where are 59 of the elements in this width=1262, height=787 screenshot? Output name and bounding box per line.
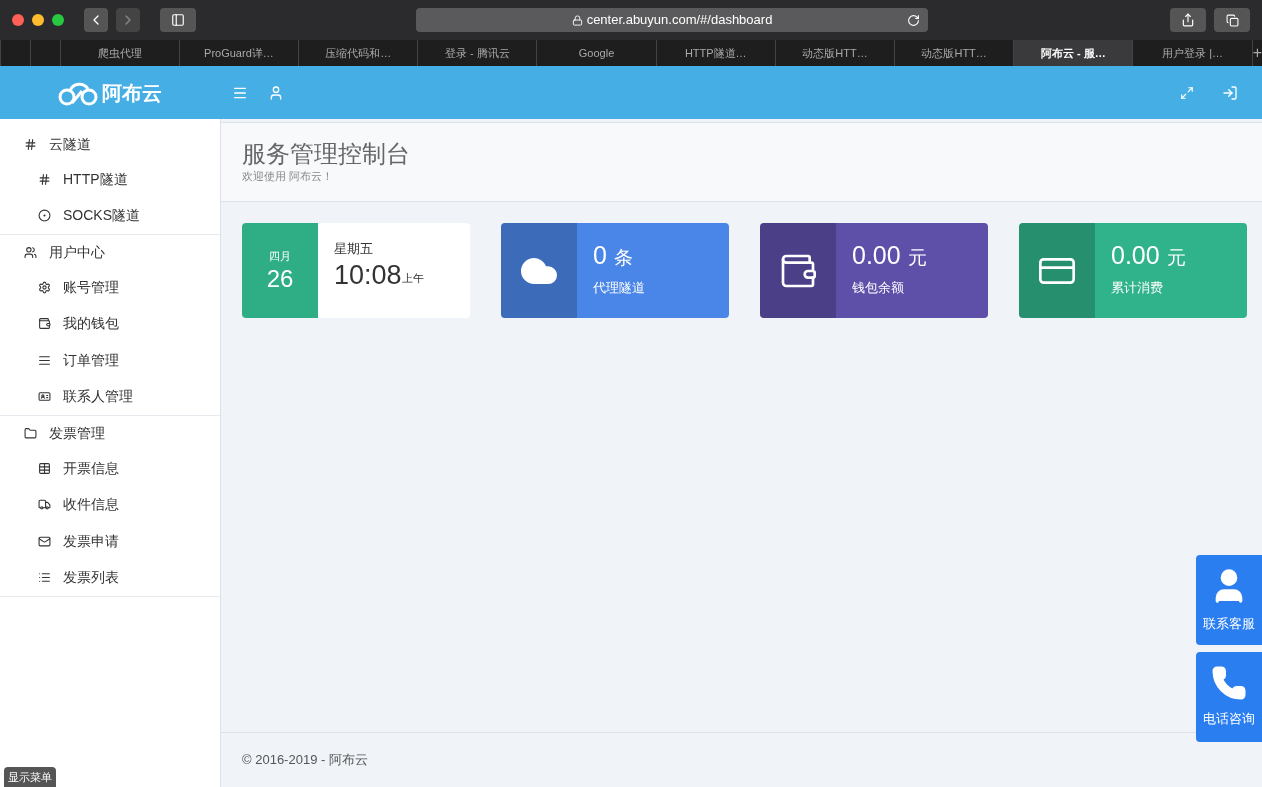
address-bar[interactable]: center.abuyun.com/#/dashboard — [416, 8, 928, 32]
sidebar-item[interactable]: 我的钱包 — [0, 305, 220, 342]
page-title: 服务管理控制台 — [242, 140, 411, 168]
page-subtitle: 欢迎使用 阿布云！ — [242, 169, 335, 184]
day-label: 26 — [266, 264, 294, 293]
reload-icon[interactable] — [907, 13, 920, 27]
sidebar-item[interactable]: 开票信息 — [0, 450, 220, 487]
sidebar-group[interactable]: 云隧道 — [0, 127, 220, 161]
month-label: 四月 — [269, 249, 291, 265]
share-icon — [1181, 13, 1195, 27]
browser-tab[interactable]: 阿布云 - 服… — [1013, 40, 1133, 66]
target-icon — [38, 209, 51, 223]
stat-value: 0.00 元 — [1111, 240, 1186, 271]
menu-icon — [38, 353, 51, 367]
user-icon[interactable] — [268, 84, 284, 101]
phone-button[interactable]: 电话咨询 — [1196, 652, 1262, 742]
id-card-icon — [38, 390, 51, 404]
stat-label: 累计消费 — [1111, 279, 1164, 297]
share-button[interactable] — [1170, 8, 1206, 32]
sidebar-item[interactable]: 发票申请 — [0, 523, 220, 560]
sidebar-item[interactable]: 收件信息 — [0, 486, 220, 523]
time-label: 10:08 — [334, 258, 402, 291]
sidebar-item[interactable]: HTTP隧道 — [0, 161, 220, 198]
stat-label: 代理隧道 — [593, 279, 645, 297]
sidebar-group[interactable]: 用户中心 — [0, 235, 220, 269]
sidebar-icon — [171, 13, 185, 27]
sidebar-group[interactable]: 发票管理 — [0, 416, 220, 450]
list-icon — [38, 571, 51, 585]
weekday-label: 星期五 — [334, 240, 374, 258]
tabs-button[interactable] — [1214, 8, 1250, 32]
sidebar-toggle-button[interactable] — [160, 8, 196, 32]
hash-icon — [38, 172, 51, 186]
stat-label: 钱包余额 — [852, 279, 905, 297]
table-icon — [38, 461, 51, 475]
sidebar-item[interactable]: 账号管理 — [0, 269, 220, 306]
support-button[interactable]: 联系客服 — [1196, 555, 1262, 645]
sidebar-item[interactable]: SOCKS隧道 — [0, 197, 220, 234]
stat-value: 0.00 元 — [852, 240, 927, 271]
back-button[interactable] — [84, 8, 108, 32]
gear-icon — [38, 280, 51, 294]
lock-icon — [571, 14, 583, 26]
folder-icon — [24, 426, 37, 440]
logout-icon[interactable] — [1222, 84, 1238, 101]
logo-text: 阿布云 — [102, 80, 162, 106]
copy-icon — [1225, 13, 1239, 27]
stat-value: 0 条 — [593, 240, 634, 271]
fullscreen-icon[interactable] — [1180, 85, 1194, 100]
sidebar-item[interactable]: 订单管理 — [0, 342, 220, 379]
sidebar-item[interactable]: 发票列表 — [0, 559, 220, 596]
truck-icon — [38, 498, 51, 512]
mail-icon — [38, 534, 51, 548]
menu-toggle-label[interactable]: 显示菜单 — [4, 766, 56, 787]
url-text: center.abuyun.com/#/dashboard — [586, 11, 773, 30]
phone-icon — [1211, 665, 1247, 702]
hash-icon — [24, 137, 37, 151]
sidebar-item[interactable]: 联系人管理 — [0, 378, 220, 415]
users-icon — [24, 245, 37, 259]
wallet-icon — [38, 317, 51, 331]
ampm-label: 上午 — [401, 272, 424, 286]
